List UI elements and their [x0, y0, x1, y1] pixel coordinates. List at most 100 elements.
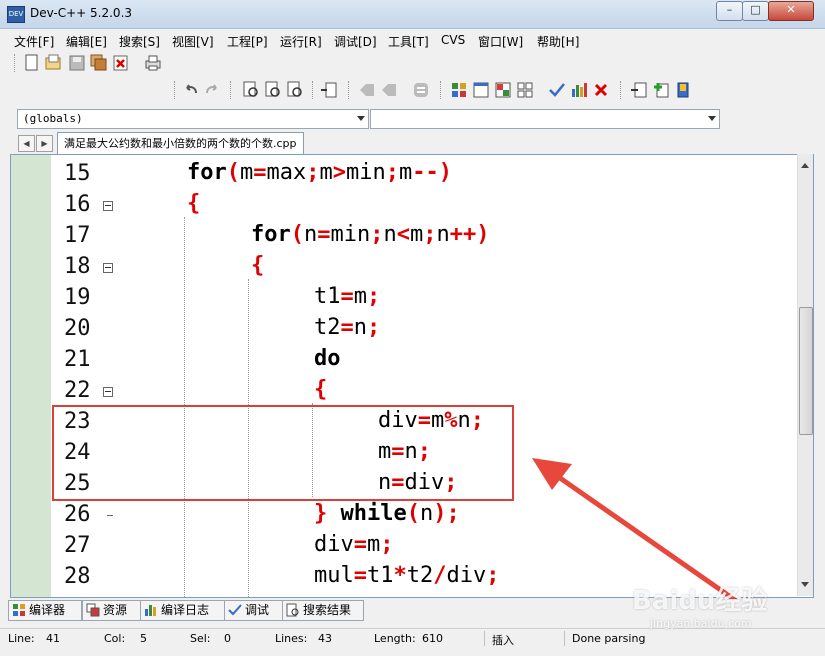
code-line[interactable]: 20 t2=n; [11, 314, 801, 345]
code-line[interactable]: 18 { [11, 252, 801, 283]
menu-view[interactable]: 视图[V] [172, 33, 214, 50]
code-text[interactable]: div=m; [314, 532, 394, 557]
menu-tools[interactable]: 工具[T] [388, 33, 429, 50]
find-next-icon[interactable] [286, 81, 304, 99]
fold-collapse-icon[interactable] [103, 201, 113, 211]
window-title: Dev-C++ 5.2.0.3 [30, 6, 133, 20]
code-text[interactable]: for(m=max;m>min;m--) [187, 160, 452, 185]
redo-icon[interactable] [204, 81, 222, 99]
print-icon[interactable] [144, 54, 162, 72]
code-line[interactable]: 17 for(n=min;n<m;n++) [11, 221, 801, 252]
tab-resources[interactable]: 资源 [82, 600, 142, 621]
scroll-up-icon[interactable] [801, 163, 809, 168]
operator-token: ; [367, 284, 381, 309]
code-line[interactable]: 19 t1=m; [11, 283, 801, 314]
compile-run-icon[interactable] [494, 81, 512, 99]
scrollbar-thumb[interactable] [799, 307, 813, 435]
undo-icon[interactable] [182, 81, 200, 99]
status-message: Done parsing [572, 632, 646, 645]
code-text[interactable]: { [314, 377, 327, 402]
profile-icon[interactable] [570, 81, 588, 99]
line-number: 17 [64, 223, 91, 248]
identifier-token: m [367, 532, 381, 557]
fold-collapse-icon[interactable] [103, 263, 113, 273]
menu-run[interactable]: 运行[R] [280, 33, 322, 50]
new-file-icon[interactable] [24, 54, 40, 72]
menu-cvs[interactable]: CVS [441, 33, 465, 47]
identifier-token: t2 [314, 315, 341, 340]
chevron-down-icon[interactable] [708, 116, 716, 121]
close-file-icon[interactable] [112, 54, 130, 72]
identifier-token: min [330, 222, 371, 247]
code-text[interactable]: } while(n); [314, 501, 460, 526]
maximize-button[interactable]: □ [742, 1, 769, 21]
operator-token: * [393, 563, 407, 588]
menu-debug[interactable]: 调试[D] [334, 33, 377, 50]
code-line[interactable]: 22 { [11, 376, 801, 407]
tab-search-results[interactable]: 搜索结果 [282, 600, 364, 621]
identifier-token: div [446, 563, 487, 588]
open-file-icon[interactable] [45, 54, 63, 72]
keyword-token: for [187, 160, 227, 185]
run-icon[interactable] [472, 81, 490, 99]
scope-combo[interactable]: (globals) [17, 109, 369, 129]
identifier-token: t1 [314, 284, 341, 309]
code-text[interactable]: for(n=min;n<m;n++) [251, 222, 490, 247]
function-combo[interactable] [370, 109, 720, 129]
status-line-value: 41 [46, 632, 60, 645]
status-divider [564, 631, 565, 646]
tab-scroll-left-icon[interactable]: ◀ [18, 135, 35, 152]
code-line[interactable]: 16 { [11, 190, 801, 221]
insert-icon[interactable] [652, 81, 670, 99]
operator-token: ( [290, 222, 304, 247]
operator-token: { [314, 377, 328, 402]
operator-token: ; [380, 532, 394, 557]
code-text[interactable]: do [314, 346, 341, 371]
save-all-icon[interactable] [90, 54, 108, 72]
new-project-icon[interactable] [630, 81, 648, 99]
code-text[interactable]: { [251, 253, 264, 278]
line-number: 27 [64, 533, 91, 558]
code-text[interactable]: t1=m; [314, 284, 380, 309]
fold-collapse-icon[interactable] [103, 387, 113, 397]
line-number: 28 [64, 564, 91, 589]
scroll-down-icon[interactable] [801, 582, 809, 587]
delete-profile-icon[interactable] [592, 81, 610, 99]
tab-current-file[interactable]: 满足最大公约数和最小倍数的两个数的个数.cpp [57, 132, 304, 154]
identifier-token: div [314, 532, 354, 557]
menu-search[interactable]: 搜索[S] [119, 33, 160, 50]
find-icon[interactable] [242, 81, 260, 99]
status-length-label: Length: [374, 632, 416, 645]
code-text[interactable]: mul=t1*t2/div; [314, 563, 500, 588]
toggle-bookmark-icon[interactable] [674, 81, 692, 99]
tab-compiler[interactable]: 编译器 [8, 600, 82, 621]
tab-compile-log[interactable]: 编译日志 [140, 600, 226, 621]
menu-help[interactable]: 帮助[H] [537, 33, 579, 50]
menu-project[interactable]: 工程[P] [227, 33, 268, 50]
goto-line-icon[interactable] [320, 81, 338, 99]
menu-edit[interactable]: 编辑[E] [66, 33, 107, 50]
tab-debug[interactable]: 调试 [224, 600, 286, 621]
code-line[interactable]: 21 do [11, 345, 801, 376]
code-line[interactable]: 15 for(m=max;m>min;m--) [11, 159, 801, 190]
compile-icon[interactable] [450, 81, 468, 99]
menu-window[interactable]: 窗口[W] [478, 33, 523, 50]
fold-end-marker [107, 515, 113, 516]
syntax-check-icon[interactable] [548, 81, 566, 99]
editor-vertical-scrollbar[interactable] [797, 154, 813, 596]
code-text[interactable]: { [187, 191, 200, 216]
keyword-token: while [340, 501, 407, 526]
tab-scroll-right-icon[interactable]: ▶ [36, 135, 53, 152]
identifier-token: t2 [406, 563, 434, 588]
code-text[interactable]: t2=n; [314, 315, 380, 340]
minimize-button[interactable]: – [716, 1, 743, 21]
chevron-down-icon[interactable] [357, 116, 365, 121]
menu-file[interactable]: 文件[F] [14, 33, 54, 50]
rebuild-icon[interactable] [516, 81, 534, 99]
replace-icon[interactable] [264, 81, 282, 99]
operator-token: ; [486, 563, 500, 588]
add-to-project-icon [360, 84, 374, 96]
close-button[interactable]: ✕ [768, 1, 814, 21]
save-icon[interactable] [68, 54, 86, 72]
tab-resources-label: 资源 [103, 603, 128, 617]
